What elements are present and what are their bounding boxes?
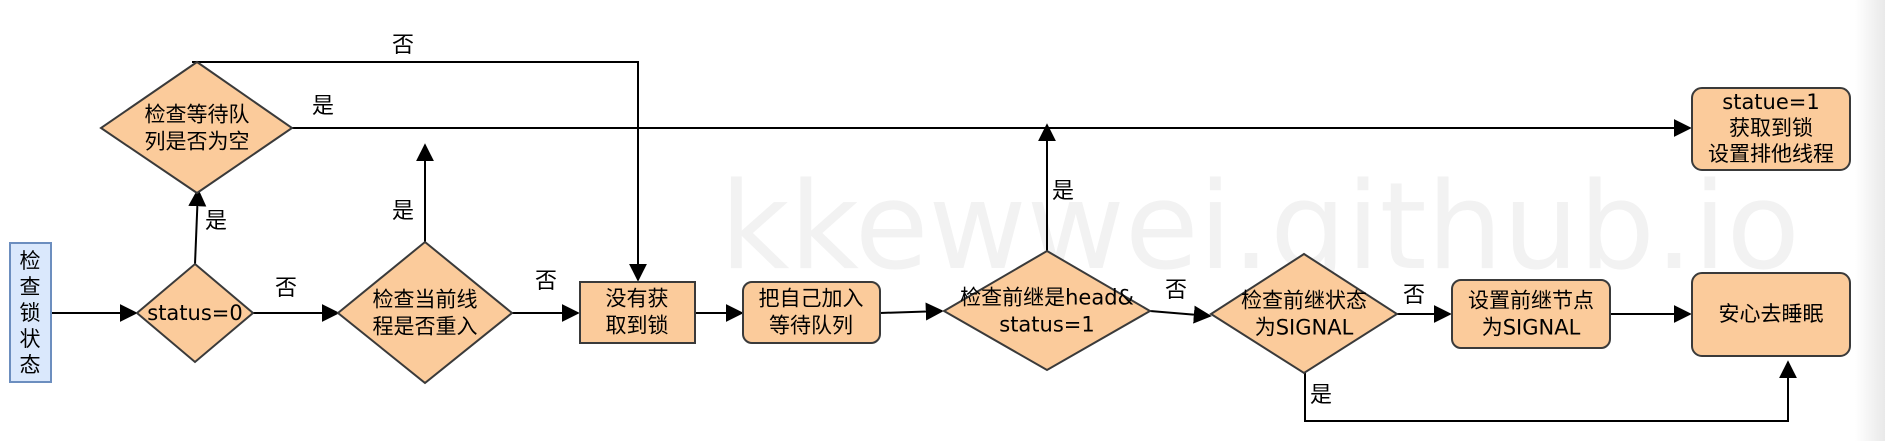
- edge-queue-no: [192, 61, 647, 282]
- node-label-line: 状: [20, 327, 41, 351]
- node-label-line: 设置前继节点: [1468, 289, 1594, 313]
- node-label-line: 检查前继是head&: [960, 286, 1134, 310]
- edge-head-no: [1149, 305, 1212, 324]
- flowchart-canvas: kkewwei.github.io 否 是 是 否 是 否 是 否 否 是 检查…: [0, 0, 1885, 441]
- node-label-line: 设置排他线程: [1708, 142, 1834, 166]
- node-label-line: 获取到锁: [1729, 116, 1813, 140]
- watermark: kkewwei.github.io: [720, 158, 1800, 297]
- check-reentrant-node: [336, 240, 514, 385]
- label-reentrant-no: 否: [535, 269, 557, 294]
- label-signal-no: 否: [1403, 283, 1425, 308]
- node-label-line: 安心去睡眠: [1719, 302, 1824, 326]
- node-label-line: 态: [20, 353, 41, 377]
- node-label-line: 列是否为空: [145, 130, 250, 154]
- check-queue-empty-node: [99, 60, 294, 195]
- label-queue-no: 否: [392, 33, 414, 58]
- sleep-label: 安心去睡眠: [1719, 302, 1824, 326]
- label-signal-yes: 是: [1310, 383, 1332, 408]
- label-status-yes: 是: [205, 209, 227, 234]
- node-label-line: 等待队列: [769, 314, 853, 338]
- edge-join-to-head: [879, 302, 944, 321]
- node-label-line: statue=1: [1722, 90, 1819, 114]
- label-head-no: 否: [1165, 278, 1187, 303]
- node-label-line: 把自己加入: [759, 287, 864, 311]
- node-label-line: 为SIGNAL: [1255, 316, 1354, 340]
- node-label-line: 没有获: [606, 287, 669, 311]
- edge-status-to-queue: [188, 188, 207, 265]
- node-label-line: 检查等待队: [145, 103, 250, 127]
- label-status-no: 否: [275, 276, 297, 301]
- edge-signal-yes: [1304, 360, 1797, 422]
- node-label-line: 检查前继状态: [1241, 289, 1367, 313]
- label-queue-yes: 是: [312, 94, 334, 119]
- label-reentrant-yes: 是: [392, 199, 414, 224]
- node-label-line: 为SIGNAL: [1482, 316, 1581, 340]
- node-label-line: status=0: [147, 301, 242, 325]
- node-label-line: status=1: [999, 313, 1094, 337]
- flowchart: kkewwei.github.io 否 是 是 否 是 否 是 否 否 是 检查…: [9, 33, 1851, 422]
- node-label-line: 检查当前线: [373, 288, 478, 312]
- node-label-line: 锁: [20, 301, 41, 325]
- page-edge-shadow: [1855, 0, 1885, 441]
- start-node-label: 检查锁状态: [20, 249, 41, 377]
- node-label-line: 查: [20, 275, 41, 299]
- node-label-line: 检: [20, 249, 41, 273]
- node-label-line: 程是否重入: [373, 315, 478, 339]
- label-head-yes: 是: [1052, 179, 1074, 204]
- status-zero-label: status=0: [147, 301, 242, 325]
- node-label-line: 取到锁: [606, 314, 669, 338]
